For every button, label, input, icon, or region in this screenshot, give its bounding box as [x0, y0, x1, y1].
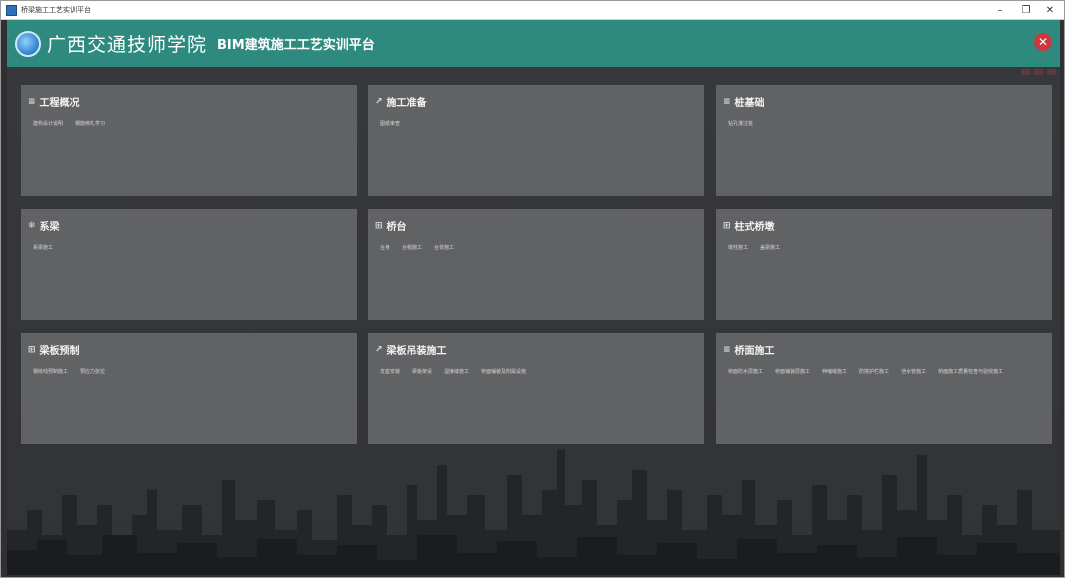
module-card[interactable]: ⊞ 柱式桥墩 墩柱施工 盖梁施工 [716, 209, 1052, 320]
snowflake-icon: ❄ [28, 220, 36, 231]
card-link[interactable]: 墩柱施工 [728, 245, 748, 252]
app-header: 广西交通技师学院 BIM建筑施工工艺实训平台 ✕ [7, 20, 1060, 67]
card-link[interactable]: 湿接缝施工 [444, 369, 469, 376]
arrow-icon: ↗ [375, 344, 383, 355]
minimize-icon[interactable]: – [988, 2, 1012, 18]
card-title: 桩基础 [734, 98, 765, 109]
window-close-icon[interactable]: ✕ [1038, 2, 1062, 18]
maximize-icon[interactable]: ❐ [1014, 2, 1038, 18]
decoration-marks [1021, 69, 1056, 75]
app-icon [6, 4, 17, 16]
main-content: ≡ 工程概况 建构设计说明 钢筋绑扎学习 ↗ 施工准备 图纸审查 ≡ 桩基础 钻孔灌注… [7, 67, 1060, 575]
school-name: 广西交通技师学院 [47, 34, 208, 56]
card-link[interactable]: 梁板架设 [412, 369, 432, 376]
card-title: 系梁 [39, 222, 60, 233]
grid-icon: ⊞ [723, 220, 731, 231]
module-card[interactable]: ≡ 桥面施工 桥面防水层施工 桥面铺装层施工 伸缩缝施工 防撞护栏施工 泄水管施工… [716, 333, 1052, 444]
module-card[interactable]: ⊞ 梁板预制 钢绞线预制施工 预应力张拉 [21, 333, 357, 444]
module-card[interactable]: ≡ 桩基础 钻孔灌注桩 [716, 85, 1052, 196]
card-link[interactable]: 系梁施工 [33, 245, 53, 252]
card-link[interactable]: 桥面施工质量检查与验收施工 [938, 369, 1003, 376]
module-card[interactable]: ↗ 施工准备 图纸审查 [368, 85, 704, 196]
card-link[interactable]: 伸缩缝施工 [822, 369, 847, 376]
card-link[interactable]: 钻孔灌注桩 [728, 121, 753, 128]
card-link[interactable]: 支座安装 [380, 369, 400, 376]
card-link[interactable]: 钢绞线预制施工 [33, 369, 68, 376]
card-link[interactable]: 桥面铺装层施工 [775, 369, 810, 376]
module-card[interactable]: ≡ 工程概况 建构设计说明 钢筋绑扎学习 [21, 85, 357, 196]
card-link[interactable]: 台背施工 [434, 245, 454, 252]
card-link[interactable]: 盖梁施工 [760, 245, 780, 252]
grid-icon: ⊞ [375, 220, 383, 231]
card-link[interactable]: 桥面铺装及附属设施 [481, 369, 526, 376]
menu-icon: ≡ [723, 96, 731, 107]
card-title: 工程概况 [39, 98, 80, 109]
module-card[interactable]: ↗ 梁板吊装施工 支座安装 梁板架设 湿接缝施工 桥面铺装及附属设施 [368, 333, 704, 444]
card-link[interactable]: 泄水管施工 [901, 369, 926, 376]
card-link[interactable]: 图纸审查 [380, 121, 400, 128]
card-title: 桥台 [386, 222, 407, 233]
module-card[interactable]: ⊞ 桥台 台身 台帽施工 台背施工 [368, 209, 704, 320]
menu-icon: ≡ [723, 344, 731, 355]
exit-icon[interactable]: ✕ [1034, 33, 1052, 51]
card-link[interactable]: 台身 [380, 245, 390, 252]
city-skyline-background [7, 450, 1060, 575]
card-title: 桥面施工 [734, 346, 775, 357]
card-title: 梁板预制 [39, 346, 80, 357]
platform-title: BIM建筑施工工艺实训平台 [217, 38, 375, 53]
arrow-icon: ↗ [375, 96, 383, 107]
card-link[interactable]: 防撞护栏施工 [859, 369, 889, 376]
card-link[interactable]: 钢筋绑扎学习 [75, 121, 105, 128]
card-link[interactable]: 预应力张拉 [80, 369, 105, 376]
card-title: 梁板吊装施工 [386, 346, 447, 357]
window-title: 桥梁施工工艺实训平台 [21, 6, 91, 14]
card-title: 施工准备 [386, 98, 427, 109]
card-title: 柱式桥墩 [734, 222, 775, 233]
school-logo [15, 30, 41, 57]
card-link[interactable]: 建构设计说明 [33, 121, 63, 128]
card-link[interactable]: 桥面防水层施工 [728, 369, 763, 376]
app-window: 桥梁施工工艺实训平台 – ❐ ✕ 广西交通技师学院 BIM建筑施工工艺实训平台 … [0, 0, 1065, 578]
window-titlebar: 桥梁施工工艺实训平台 – ❐ ✕ [1, 1, 1064, 20]
grid-icon: ⊞ [28, 344, 36, 355]
module-card[interactable]: ❄ 系梁 系梁施工 [21, 209, 357, 320]
menu-icon: ≡ [28, 96, 36, 107]
card-link[interactable]: 台帽施工 [402, 245, 422, 252]
